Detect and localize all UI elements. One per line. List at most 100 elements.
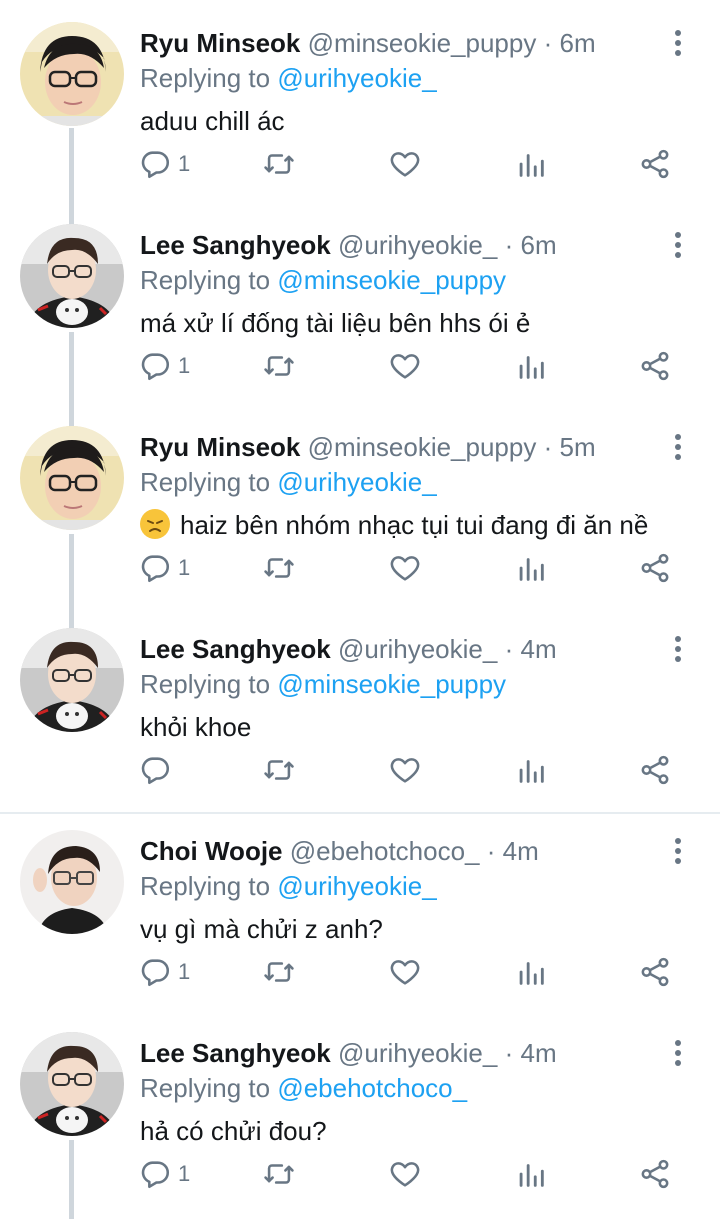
analytics-button[interactable] [514,344,548,388]
more-options-icon[interactable] [668,30,688,60]
mention-link[interactable]: @urihyeokie_ [277,871,436,901]
tweet-actions: 1 [0,950,720,994]
analytics-button[interactable] [514,546,548,590]
replying-to: Replying to @ebehotchoco_ [140,1071,467,1105]
timestamp[interactable]: 5m [560,432,596,462]
like-icon [390,960,420,985]
tweet-text-content: aduu chill ác [140,106,285,136]
like-button[interactable] [388,950,422,994]
author-handle[interactable]: @urihyeokie_ [338,1038,497,1068]
more-options-icon[interactable] [668,1040,688,1070]
retweet-button[interactable] [262,748,296,792]
separator-dot: · [543,432,553,462]
author-name[interactable]: Lee Sanghyeok [140,634,331,664]
tweet-header: Ryu Minseok @minseokie_puppy · 5m [140,430,596,464]
avatar[interactable] [20,426,124,530]
retweet-button[interactable] [262,344,296,388]
author-handle[interactable]: @minseokie_puppy [308,432,537,462]
analytics-button[interactable] [514,142,548,186]
share-button[interactable] [638,1152,672,1196]
share-button[interactable] [638,546,672,590]
reply-button[interactable] [138,748,178,792]
more-options-icon[interactable] [668,434,688,464]
mention-link[interactable]: @minseokie_puppy [277,265,506,295]
tweet[interactable]: Lee Sanghyeok @urihyeokie_ · 6m Replying… [0,202,720,404]
like-button[interactable] [388,344,422,388]
more-options-icon[interactable] [668,232,688,262]
retweet-icon [264,558,294,578]
like-button[interactable] [388,748,422,792]
more-options-icon[interactable] [668,636,688,666]
reply-button[interactable]: 1 [138,344,190,388]
share-button[interactable] [638,748,672,792]
separator-dot: · [504,1038,514,1068]
analytics-icon [519,962,544,985]
author-handle[interactable]: @ebehotchoco_ [290,836,480,866]
author-name[interactable]: Lee Sanghyeok [140,1038,331,1068]
mention-link[interactable]: @minseokie_puppy [277,669,506,699]
author-name[interactable]: Lee Sanghyeok [140,230,331,260]
avatar[interactable] [20,224,124,328]
share-button[interactable] [638,344,672,388]
timestamp[interactable]: 6m [560,28,596,58]
replying-label: Replying to [140,63,271,93]
share-icon [641,1159,669,1189]
analytics-icon [519,558,544,581]
replying-label: Replying to [140,1073,271,1103]
share-icon [641,755,669,785]
tweet-header: Lee Sanghyeok @urihyeokie_ · 4m [140,1036,557,1070]
author-name[interactable]: Choi Wooje [140,836,283,866]
timestamp[interactable]: 4m [503,836,539,866]
tweet[interactable]: Lee Sanghyeok @urihyeokie_ · 4m Replying… [0,606,720,808]
retweet-button[interactable] [262,950,296,994]
tweet-text-content: má xử lí đống tài liệu bên hhs ói ẻ [140,308,531,338]
retweet-button[interactable] [262,546,296,590]
share-icon [641,957,669,987]
retweet-button[interactable] [262,1152,296,1196]
tweet-text-content: haiz bên nhóm nhạc tụi tui đang đi ăn nề [180,510,649,540]
reply-button[interactable]: 1 [138,1152,190,1196]
mention-link[interactable]: @ebehotchoco_ [277,1073,467,1103]
tweet[interactable]: Ryu Minseok @minseokie_puppy · 6m Replyi… [0,0,720,202]
share-icon [641,553,669,583]
reply-button[interactable]: 1 [138,950,190,994]
author-name[interactable]: Ryu Minseok [140,432,300,462]
analytics-icon [519,1164,544,1187]
avatar[interactable] [20,22,124,126]
reply-count: 1 [178,959,191,984]
replying-to: Replying to @minseokie_puppy [140,263,506,297]
analytics-button[interactable] [514,748,548,792]
tweet[interactable]: Choi Wooje @ebehotchoco_ · 4m Replying t… [0,808,720,1010]
mention-link[interactable]: @urihyeokie_ [277,467,436,497]
like-button[interactable] [388,546,422,590]
avatar[interactable] [20,830,124,934]
avatar[interactable] [20,628,124,732]
tweet[interactable]: Lee Sanghyeok @urihyeokie_ · 4m Replying… [0,1010,720,1212]
author-handle[interactable]: @urihyeokie_ [338,230,497,260]
timestamp[interactable]: 4m [520,634,556,664]
tweet[interactable]: Ryu Minseok @minseokie_puppy · 5m Replyi… [0,404,720,606]
like-button[interactable] [388,1152,422,1196]
timestamp[interactable]: 6m [520,230,556,260]
mention-link[interactable]: @urihyeokie_ [277,63,436,93]
share-button[interactable] [638,950,672,994]
analytics-button[interactable] [514,950,548,994]
share-button[interactable] [638,142,672,186]
retweet-button[interactable] [262,142,296,186]
like-button[interactable] [388,142,422,186]
tweet-actions: 1 [0,1152,720,1196]
reply-button[interactable]: 1 [138,142,190,186]
author-name[interactable]: Ryu Minseok [140,28,300,58]
like-icon [390,758,420,783]
tweet-header: Choi Wooje @ebehotchoco_ · 4m [140,834,539,868]
author-handle[interactable]: @minseokie_puppy [308,28,537,58]
reply-button[interactable]: 1 [138,546,190,590]
analytics-button[interactable] [514,1152,548,1196]
share-icon [641,149,669,179]
more-options-icon[interactable] [668,838,688,868]
avatar[interactable] [20,1032,124,1136]
author-handle[interactable]: @urihyeokie_ [338,634,497,664]
reply-icon [141,555,170,583]
timestamp[interactable]: 4m [520,1038,556,1068]
tweet-actions: 1 [0,546,720,590]
